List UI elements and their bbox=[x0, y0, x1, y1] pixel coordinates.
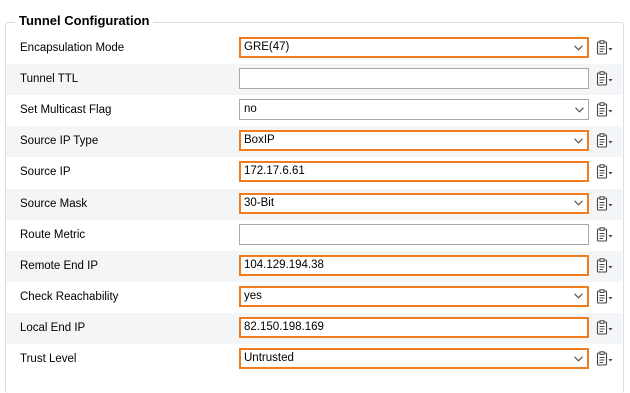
source-ip-type-label: Source IP Type bbox=[20, 135, 99, 148]
source-mask-label: Source Mask bbox=[20, 197, 88, 210]
config-row: Local End IP 82.150.198.169 bbox=[6, 312, 622, 344]
source-mask-select[interactable]: 30-Bit bbox=[239, 192, 589, 214]
chevron-down-icon[interactable] bbox=[571, 100, 588, 119]
config-row: Check Reachability yes bbox=[6, 282, 622, 313]
trust-level-value: Untrusted bbox=[244, 352, 294, 364]
clipboard-menu-icon[interactable] bbox=[596, 289, 614, 305]
set-multicast-flag-value: no bbox=[244, 103, 257, 116]
source-ip-type-select[interactable]: BoxIP bbox=[239, 130, 589, 152]
source-mask-value: 30-Bit bbox=[244, 196, 275, 209]
tunnel-ttl-input[interactable] bbox=[239, 68, 589, 90]
check-reachability-select[interactable]: yes bbox=[239, 285, 589, 307]
source-ip-type-value: BoxIP bbox=[244, 134, 275, 147]
set-multicast-flag-label: Set Multicast Flag bbox=[20, 104, 112, 117]
encapsulation-mode-value: GRE(47) bbox=[244, 41, 290, 53]
config-row: Route Metric bbox=[6, 220, 622, 251]
remote-end-ip-input[interactable]: 104.129.194.38 bbox=[239, 254, 589, 276]
config-row: Remote End IP 104.129.194.38 bbox=[6, 250, 622, 282]
clipboard-menu-icon[interactable] bbox=[596, 133, 614, 149]
check-reachability-label: Check Reachability bbox=[20, 290, 119, 303]
chevron-down-icon[interactable] bbox=[570, 39, 587, 56]
config-row: Set Multicast Flag no bbox=[6, 95, 622, 126]
remote-end-ip-label: Remote End IP bbox=[20, 259, 98, 272]
trust-level-label: Trust Level bbox=[20, 353, 77, 365]
set-multicast-flag-select[interactable]: no bbox=[239, 99, 589, 121]
clipboard-menu-icon[interactable] bbox=[596, 226, 614, 243]
chevron-down-icon[interactable] bbox=[570, 132, 587, 149]
check-reachability-value: yes bbox=[244, 289, 262, 302]
source-ip-input[interactable]: 172.17.6.61 bbox=[239, 161, 589, 183]
local-end-ip-input[interactable]: 82.150.198.169 bbox=[239, 316, 589, 338]
source-ip-label: Source IP bbox=[20, 166, 71, 179]
config-row: Source IP 172.17.6.61 bbox=[6, 157, 622, 188]
route-metric-input[interactable] bbox=[239, 223, 589, 245]
config-row: Trust Level Untrusted bbox=[6, 344, 622, 375]
clipboard-menu-icon[interactable] bbox=[596, 320, 614, 336]
clipboard-menu-icon[interactable] bbox=[596, 164, 614, 180]
source-ip-value: 172.17.6.61 bbox=[244, 165, 305, 178]
config-row: Tunnel TTL bbox=[6, 64, 622, 96]
config-row: Encapsulation Mode GRE(47) bbox=[6, 33, 622, 64]
config-row: Source Mask 30-Bit bbox=[6, 188, 622, 220]
clipboard-menu-icon[interactable] bbox=[596, 71, 614, 87]
clipboard-menu-icon[interactable] bbox=[596, 102, 614, 118]
encapsulation-mode-select[interactable]: GRE(47) bbox=[239, 37, 589, 58]
trust-level-select[interactable]: Untrusted bbox=[239, 348, 589, 369]
clipboard-menu-icon[interactable] bbox=[596, 195, 614, 212]
config-row: Source IP Type BoxIP bbox=[6, 126, 622, 158]
clipboard-menu-icon[interactable] bbox=[596, 40, 614, 56]
section-title: Tunnel Configuration bbox=[15, 13, 154, 28]
clipboard-menu-icon[interactable] bbox=[596, 257, 614, 274]
clipboard-menu-icon[interactable] bbox=[596, 351, 614, 367]
chevron-down-icon[interactable] bbox=[570, 288, 587, 305]
chevron-down-icon[interactable] bbox=[570, 350, 587, 367]
chevron-down-icon[interactable] bbox=[570, 195, 587, 212]
tunnel-ttl-label: Tunnel TTL bbox=[20, 73, 79, 86]
local-end-ip-value: 82.150.198.169 bbox=[244, 320, 324, 333]
encapsulation-mode-label: Encapsulation Mode bbox=[20, 42, 125, 54]
local-end-ip-label: Local End IP bbox=[20, 321, 86, 334]
remote-end-ip-value: 104.129.194.38 bbox=[244, 258, 324, 271]
route-metric-label: Route Metric bbox=[20, 228, 86, 241]
